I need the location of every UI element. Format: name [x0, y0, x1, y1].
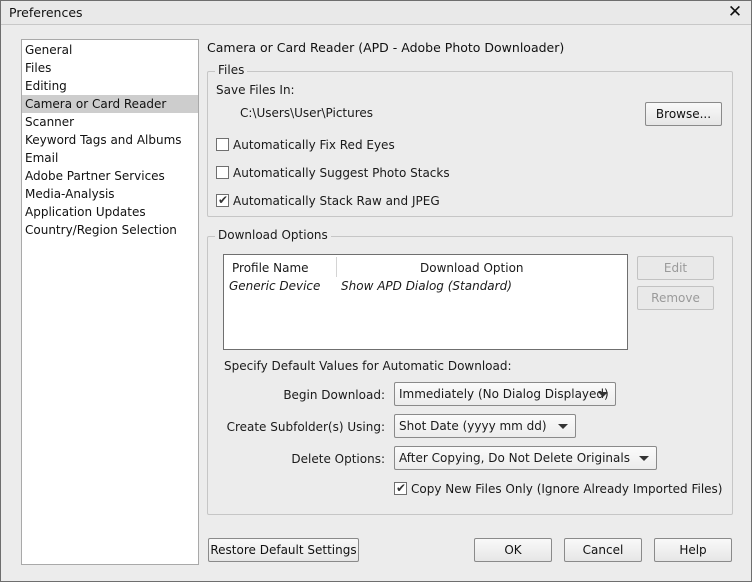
create-subfolder-value: Shot Date (yyyy mm dd) [399, 419, 547, 433]
column-separator [336, 257, 337, 277]
chevron-down-icon [639, 456, 649, 461]
suggest-photo-stacks-checkbox[interactable] [216, 166, 229, 179]
sidebar-item-adobe-partner-services[interactable]: Adobe Partner Services [22, 167, 198, 185]
ok-button[interactable]: OK [474, 538, 552, 562]
stack-raw-jpeg-checkbox[interactable]: ✔ [216, 193, 229, 207]
close-button[interactable]: ✕ [725, 3, 745, 23]
begin-download-value: Immediately (No Dialog Displayed) [399, 387, 609, 401]
fix-red-eyes-label: Automatically Fix Red Eyes [233, 138, 395, 152]
begin-download-select[interactable]: Immediately (No Dialog Displayed) [394, 382, 616, 406]
create-subfolder-label: Create Subfolder(s) Using: [226, 420, 385, 434]
edit-button[interactable]: Edit [637, 256, 714, 280]
stack-raw-jpeg-label: Automatically Stack Raw and JPEG [233, 194, 440, 208]
page-title: Camera or Card Reader (APD - Adobe Photo… [207, 40, 565, 55]
copy-new-files-only-label: Copy New Files Only (Ignore Already Impo… [411, 482, 723, 496]
download-profiles-list[interactable]: Profile Name Download Option Generic Dev… [223, 254, 628, 350]
download-option-cell: Show APD Dialog (Standard) [341, 279, 512, 293]
chevron-down-icon [558, 424, 568, 429]
sidebar-item-camera-or-card-reader[interactable]: Camera or Card Reader [22, 95, 198, 113]
sidebar-item-keyword-tags-and-albums[interactable]: Keyword Tags and Albums [22, 131, 198, 149]
column-header-download-option[interactable]: Download Option [420, 259, 524, 277]
copy-new-files-only-checkbox[interactable]: ✔ [394, 481, 407, 495]
close-icon: ✕ [727, 2, 743, 22]
checkmark-icon: ✔ [218, 193, 229, 207]
sidebar-item-country-region-selection[interactable]: Country/Region Selection [22, 221, 198, 239]
remove-button[interactable]: Remove [637, 286, 714, 310]
begin-download-label: Begin Download: [283, 388, 385, 402]
sidebar-item-editing[interactable]: Editing [22, 77, 198, 95]
create-subfolder-select[interactable]: Shot Date (yyyy mm dd) [394, 414, 576, 438]
sidebar-item-files[interactable]: Files [22, 59, 198, 77]
cancel-button[interactable]: Cancel [564, 538, 642, 562]
save-path-value: C:\Users\User\Pictures [240, 106, 374, 120]
suggest-photo-stacks-label: Automatically Suggest Photo Stacks [233, 166, 450, 180]
sidebar-item-application-updates[interactable]: Application Updates [22, 203, 198, 221]
chevron-down-icon [598, 392, 608, 397]
delete-options-select[interactable]: After Copying, Do Not Delete Originals [394, 446, 657, 470]
fix-red-eyes-checkbox[interactable] [216, 138, 229, 151]
title-bar[interactable]: Preferences ✕ [1, 1, 751, 25]
browse-button[interactable]: Browse... [645, 102, 722, 126]
preferences-window: Preferences ✕ General Files Editing Came… [0, 0, 752, 582]
save-files-in-label: Save Files In: [216, 83, 295, 97]
preferences-sidebar: General Files Editing Camera or Card Rea… [21, 39, 199, 565]
sidebar-item-scanner[interactable]: Scanner [22, 113, 198, 131]
automatic-download-defaults-label: Specify Default Values for Automatic Dow… [224, 359, 512, 373]
sidebar-item-email[interactable]: Email [22, 149, 198, 167]
column-header-profile-name[interactable]: Profile Name [232, 259, 309, 277]
sidebar-item-general[interactable]: General [22, 41, 198, 59]
files-group-label: Files [215, 63, 248, 77]
checkmark-icon: ✔ [396, 481, 407, 495]
sidebar-item-media-analysis[interactable]: Media-Analysis [22, 185, 198, 203]
restore-default-settings-button[interactable]: Restore Default Settings [208, 538, 359, 562]
help-button[interactable]: Help [654, 538, 732, 562]
delete-options-label: Delete Options: [291, 452, 385, 466]
profile-name-cell: Generic Device [229, 279, 321, 293]
delete-options-value: After Copying, Do Not Delete Originals [399, 451, 630, 465]
download-options-group-label: Download Options [215, 228, 331, 242]
window-title: Preferences [9, 5, 83, 20]
